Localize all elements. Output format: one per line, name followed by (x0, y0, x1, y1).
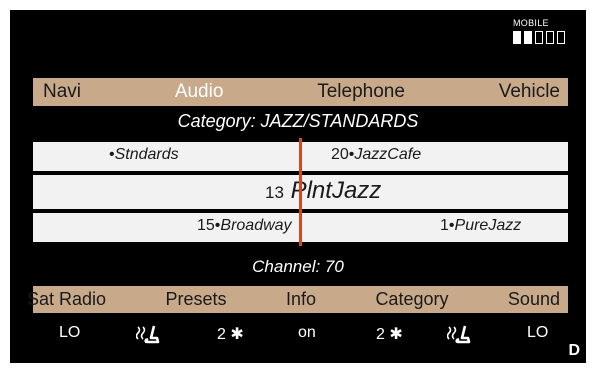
signal-bar-empty (557, 31, 565, 44)
menu-sat-radio[interactable]: Sat Radio (27, 289, 106, 310)
menu-category[interactable]: Category (375, 289, 448, 310)
station-jazzcafe[interactable]: 20•JazzCafe (331, 146, 421, 164)
climate-status-row: LO 2 ✱ on 2 ✱ LO (10, 316, 586, 352)
tuner-indicator-line (299, 138, 302, 246)
corner-label: D (568, 342, 580, 359)
signal-bar-filled (513, 31, 521, 44)
left-temp-level[interactable]: LO (59, 324, 80, 342)
station-list: •Stndards 20•JazzCafe 13 PlntJazz 15•Bro… (33, 138, 568, 246)
menu-navi[interactable]: Navi (43, 81, 81, 103)
current-station[interactable]: 13 PlntJazz (265, 177, 381, 205)
seat-heater-icon[interactable] (447, 324, 471, 344)
menu-info[interactable]: Info (286, 289, 316, 310)
signal-bars-icon (513, 31, 565, 44)
signal-bar-empty (535, 31, 543, 44)
right-temp-level[interactable]: LO (527, 324, 548, 342)
station-purejazz[interactable]: 1•PureJazz (440, 217, 521, 235)
mobile-signal-indicator: MOBILE (513, 18, 573, 46)
bottom-menu-bar: Sat Radio Presets Info Category Sound (27, 286, 568, 313)
channel-label: Channel: 70 (252, 257, 344, 276)
category-label: Category: JAZZ/STANDARDS (177, 111, 419, 131)
left-fan-speed[interactable]: 2 ✱ (217, 324, 244, 344)
fan-icon: ✱ (389, 326, 403, 343)
signal-bar-filled (524, 31, 532, 44)
menu-vehicle[interactable]: Vehicle (499, 81, 560, 103)
menu-audio[interactable]: Audio (175, 81, 224, 103)
seat-heater-icon[interactable] (136, 324, 160, 344)
mobile-label: MOBILE (513, 18, 549, 28)
signal-bar-empty (546, 31, 554, 44)
infotainment-screen: MOBILE Navi Audio Telephone Vehicle Cate… (10, 10, 586, 363)
top-menu-bar: Navi Audio Telephone Vehicle (33, 78, 568, 106)
menu-presets[interactable]: Presets (166, 289, 227, 310)
fan-icon: ✱ (230, 326, 244, 343)
menu-telephone[interactable]: Telephone (317, 81, 405, 103)
right-fan-speed[interactable]: 2 ✱ (376, 324, 403, 344)
menu-sound[interactable]: Sound (508, 289, 560, 310)
info-status[interactable]: on (298, 324, 316, 342)
station-stndards[interactable]: •Stndards (109, 146, 179, 164)
station-broadway[interactable]: 15•Broadway (197, 217, 292, 235)
